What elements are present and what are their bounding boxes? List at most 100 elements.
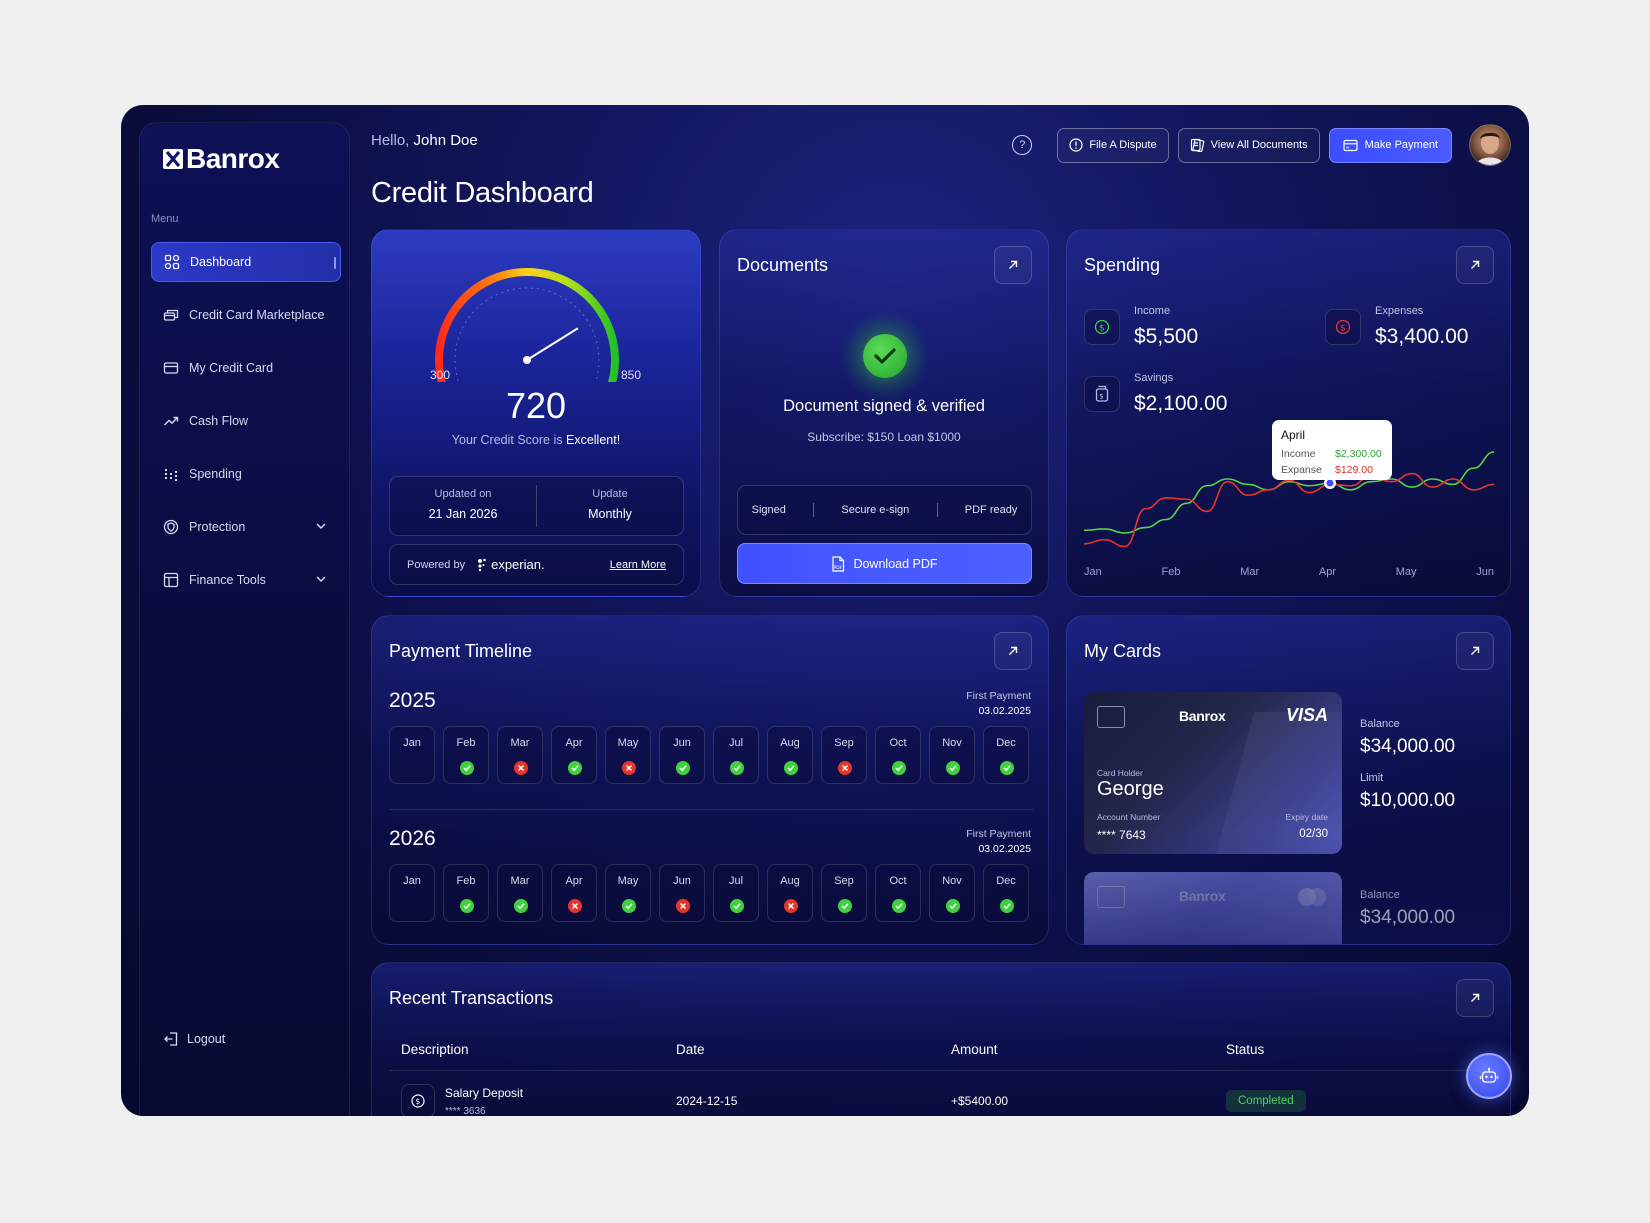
transactions-expand-button[interactable]: [1456, 979, 1494, 1017]
month-label: Jan: [403, 875, 421, 887]
month-cell-jun[interactable]: Jun: [659, 864, 705, 922]
experian-dots-icon: [478, 558, 486, 571]
month-cell-may[interactable]: May: [605, 864, 651, 922]
month-cell-aug[interactable]: Aug: [767, 726, 813, 784]
month-cell-nov[interactable]: Nov: [929, 726, 975, 784]
make-payment-button[interactable]: Make Payment: [1328, 127, 1452, 163]
month-label: May: [617, 875, 639, 887]
month-label: Apr: [565, 875, 583, 887]
view-documents-button[interactable]: View All Documents: [1177, 127, 1320, 163]
month-label: Dec: [996, 875, 1016, 887]
month-cell-jan[interactable]: Jan: [389, 864, 435, 922]
month-cell-jun[interactable]: Jun: [659, 726, 705, 784]
credit-card-visual[interactable]: Banrox VISA Card Holder George Account N…: [1084, 692, 1342, 854]
sidebar-item-dashboard[interactable]: Dashboard: [151, 242, 341, 282]
x-tick-label: Jan: [1084, 566, 1102, 578]
gauge-arc: [435, 268, 619, 382]
status-badge: Completed: [1226, 1090, 1306, 1112]
month-cell-jan[interactable]: Jan: [389, 726, 435, 784]
month-cell-oct[interactable]: Oct: [875, 726, 921, 784]
month-cell-nov[interactable]: Nov: [929, 864, 975, 922]
month-cell-oct[interactable]: Oct: [875, 864, 921, 922]
sidebar-item-my-credit-card[interactable]: My Credit Card: [151, 348, 341, 388]
month-cell-feb[interactable]: Feb: [443, 864, 489, 922]
month-label: Feb: [456, 875, 476, 887]
paid-check-icon: [514, 899, 528, 913]
learn-more-link[interactable]: Learn More: [610, 559, 666, 571]
x-tick-label: Feb: [1161, 566, 1181, 578]
limit-value: $10,000.00: [1360, 790, 1456, 811]
download-pdf-button[interactable]: PDF Download PDF: [737, 543, 1032, 584]
robot-icon: [1479, 1067, 1499, 1083]
tooltip-expense-value: $129.00: [1335, 464, 1373, 476]
month-cell-jul[interactable]: Jul: [713, 726, 759, 784]
user-name: John Doe: [413, 132, 478, 149]
document-subtitle: Subscribe: $150 Loan $1000: [807, 430, 961, 444]
month-cell-apr[interactable]: Apr: [551, 864, 597, 922]
account-number: **** 7643: [1097, 828, 1146, 842]
file-dispute-button[interactable]: File A Dispute: [1057, 127, 1169, 163]
missed-x-icon: [514, 761, 528, 775]
missed-x-icon: [568, 899, 582, 913]
timeline-title: Payment Timeline: [389, 641, 533, 661]
month-cell-aug[interactable]: Aug: [767, 864, 813, 922]
sidebar-item-finance-tools[interactable]: Finance Tools: [151, 560, 341, 600]
column-header[interactable]: Status: [1226, 1042, 1264, 1057]
month-label: Oct: [889, 737, 907, 749]
updated-on-label: Updated on: [434, 488, 492, 500]
provider-name: experian.: [491, 557, 545, 572]
score-min: 300: [430, 368, 451, 382]
make-payment-label: Make Payment: [1364, 139, 1438, 151]
month-label: Aug: [780, 875, 800, 887]
column-header[interactable]: Description: [401, 1042, 676, 1057]
missed-x-icon: [676, 899, 690, 913]
month-cell-dec[interactable]: Dec: [983, 864, 1029, 922]
timeline-expand-button[interactable]: [994, 632, 1032, 670]
column-header[interactable]: Date: [676, 1042, 951, 1057]
paid-check-icon: [1000, 761, 1014, 775]
logout-button[interactable]: Logout: [163, 1031, 225, 1047]
sidebar-item-label: Spending: [189, 467, 242, 481]
tooltip-expense-row: Expanse $129.00: [1281, 462, 1383, 478]
secondary-card-visual[interactable]: Banrox: [1084, 872, 1342, 944]
first-payment-date: 03.02.2025: [978, 705, 1031, 717]
chart-x-axis: Jan Feb Mar Apr May Jun: [1084, 566, 1494, 578]
credit-card-icon: [163, 362, 179, 374]
month-label: Feb: [456, 737, 476, 749]
table-row[interactable]: $ Salary Deposit **** 3636 2024-12-15 +$…: [401, 1081, 1491, 1116]
month-cell-mar[interactable]: Mar: [497, 726, 543, 784]
month-cell-dec[interactable]: Dec: [983, 726, 1029, 784]
month-cell-feb[interactable]: Feb: [443, 726, 489, 784]
month-cell-jul[interactable]: Jul: [713, 864, 759, 922]
sidebar-item-label: Cash Flow: [189, 414, 249, 428]
month-label: Sep: [834, 875, 854, 887]
sidebar-item-protection[interactable]: Protection: [151, 507, 341, 547]
help-icon[interactable]: ?: [1012, 135, 1033, 155]
series-line-expense: [1083, 472, 1495, 548]
month-cell-sep[interactable]: Sep: [821, 726, 867, 784]
chevron-down-icon[interactable]: [315, 520, 327, 532]
card-chip-icon: [1097, 886, 1125, 908]
documents-expand-button[interactable]: [994, 246, 1032, 284]
month-cell-mar[interactable]: Mar: [497, 864, 543, 922]
chevron-down-icon[interactable]: [315, 573, 327, 585]
view-documents-label: View All Documents: [1210, 139, 1308, 151]
month-cell-may[interactable]: May: [605, 726, 651, 784]
paid-check-icon: [460, 761, 474, 775]
avatar[interactable]: [1469, 124, 1511, 166]
brand-logo[interactable]: Banrox: [162, 143, 280, 175]
column-header[interactable]: Amount: [951, 1042, 1226, 1057]
trend-up-icon: [164, 416, 179, 426]
month-cell-apr[interactable]: Apr: [551, 726, 597, 784]
card-chip-icon: [1097, 706, 1125, 728]
month-cell-sep[interactable]: Sep: [821, 864, 867, 922]
document-status: Document signed & verified: [783, 397, 985, 415]
sidebar-item-spending[interactable]: Spending: [151, 454, 341, 494]
sidebar-item-cash-flow[interactable]: Cash Flow: [151, 401, 341, 441]
chat-assistant-button[interactable]: [1466, 1053, 1512, 1099]
sidebar-item-credit-card-marketplace[interactable]: Credit Card Marketplace: [151, 295, 341, 335]
transactions-title: Recent Transactions: [389, 988, 554, 1008]
bar-chart-icon: [165, 469, 177, 481]
my-cards-expand-button[interactable]: [1456, 632, 1494, 670]
greeting-prefix: Hello,: [371, 132, 410, 149]
